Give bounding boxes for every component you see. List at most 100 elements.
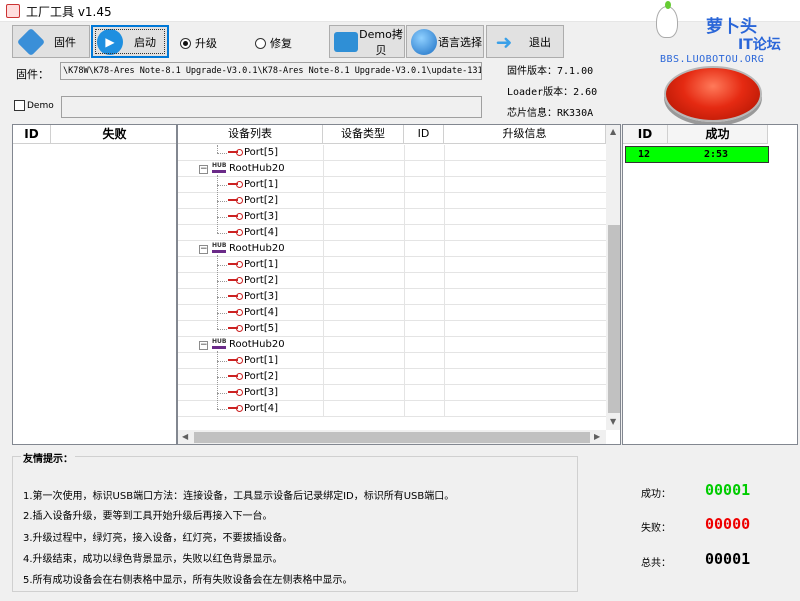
tree-port-row[interactable]: Port[2] xyxy=(178,273,606,289)
tree-port-row[interactable]: Port[4] xyxy=(178,305,606,321)
scroll-down-icon[interactable]: ▼ xyxy=(610,417,616,426)
horizontal-scrollbar[interactable]: ◀ ▶ xyxy=(178,430,606,444)
repair-radio[interactable]: 修复 xyxy=(255,35,292,51)
column-divider xyxy=(323,257,324,272)
success-col-success[interactable]: 成功 xyxy=(668,125,768,144)
tree-hub-row[interactable]: − HUB RootHub20 xyxy=(178,161,606,177)
vertical-scroll-thumb[interactable] xyxy=(608,225,620,413)
tip-item: 5.所有成功设备会在右侧表格中显示，所有失败设备会在左侧表格中显示。 xyxy=(23,575,353,586)
tree-port-row[interactable]: Port[4] xyxy=(178,225,606,241)
tree-port-row[interactable]: Port[3] xyxy=(178,385,606,401)
language-button[interactable]: 语言选择 xyxy=(406,25,484,58)
usb-port-icon xyxy=(228,357,243,364)
tree-connector xyxy=(217,217,227,218)
collapse-icon[interactable]: − xyxy=(199,165,208,174)
col-device-list[interactable]: 设备列表 xyxy=(178,125,323,144)
port-label: Port[3] xyxy=(244,387,278,398)
tree-port-row[interactable]: Port[1] xyxy=(178,353,606,369)
hub-icon-bar xyxy=(212,250,226,253)
collapse-icon[interactable]: − xyxy=(199,341,208,350)
tree-port-row[interactable]: Port[4] xyxy=(178,401,606,417)
column-divider xyxy=(404,161,405,176)
fail-col-fail[interactable]: 失败 xyxy=(51,125,176,144)
hub-icon-text: HUB xyxy=(212,162,227,169)
language-button-label: 语言选择 xyxy=(438,35,482,49)
demo-copy-button[interactable]: Demo拷贝 xyxy=(329,25,405,58)
fail-col-id[interactable]: ID xyxy=(13,125,51,144)
forum-logo: 萝卜头 IT论坛 BBS.LUOBOTOU.ORG xyxy=(650,1,800,124)
repair-radio-dot[interactable] xyxy=(255,37,266,49)
column-divider xyxy=(444,241,445,256)
firmware-button[interactable]: 固件 xyxy=(12,25,90,58)
loader-version: Loader版本：2.60 xyxy=(507,87,598,98)
firmware-path-field[interactable]: \K78W\K78-Ares Note-8.1 Upgrade-V3.0.1\K… xyxy=(60,62,482,80)
col-device-type[interactable]: 设备类型 xyxy=(323,125,404,144)
tip-item: 2.插入设备升级，要等到工具开始升级后再接入下一台。 xyxy=(23,511,273,522)
success-row[interactable]: 12 2:53 xyxy=(625,146,769,163)
scroll-right-icon[interactable]: ▶ xyxy=(594,432,600,441)
column-divider xyxy=(323,145,324,160)
tree-port-row[interactable]: Port[5] xyxy=(178,145,606,161)
logo-line2: IT论坛 xyxy=(738,37,781,53)
success-col-id[interactable]: ID xyxy=(623,125,668,144)
col-id[interactable]: ID xyxy=(404,125,444,144)
success-table[interactable]: ID 成功 12 2:53 xyxy=(622,124,798,445)
column-divider xyxy=(404,321,405,336)
upgrade-radio[interactable]: 升级 xyxy=(180,35,217,51)
column-divider xyxy=(323,225,324,240)
port-label: Port[4] xyxy=(244,403,278,414)
fail-table[interactable]: ID 失败 xyxy=(12,124,177,445)
port-label: Port[4] xyxy=(244,307,278,318)
column-divider xyxy=(444,385,445,400)
scroll-up-icon[interactable]: ▲ xyxy=(610,127,616,136)
column-divider xyxy=(444,177,445,192)
focus-ring xyxy=(95,29,165,54)
firmware-label: 固件： xyxy=(16,68,49,81)
usb-port-icon xyxy=(228,405,243,412)
column-divider xyxy=(323,305,324,320)
port-label: Port[3] xyxy=(244,291,278,302)
scroll-left-icon[interactable]: ◀ xyxy=(182,432,188,441)
start-button[interactable]: ▶ 启动 xyxy=(91,25,169,58)
tree-port-row[interactable]: Port[1] xyxy=(178,177,606,193)
port-label: Port[2] xyxy=(244,195,278,206)
port-label: Port[1] xyxy=(244,259,278,270)
hub-icon-text: HUB xyxy=(212,242,227,249)
column-divider xyxy=(404,369,405,384)
firmware-icon xyxy=(16,27,46,56)
col-upgrade-info[interactable]: 升级信息 xyxy=(444,125,606,144)
tree-port-row[interactable]: Port[3] xyxy=(178,289,606,305)
vertical-scrollbar[interactable]: ▲ ▼ xyxy=(606,125,620,430)
exit-button-label: 退出 xyxy=(529,35,551,49)
tree-hub-row[interactable]: − HUB RootHub20 xyxy=(178,337,606,353)
usb-port-icon xyxy=(228,293,243,300)
column-divider xyxy=(323,241,324,256)
tree-port-row[interactable]: Port[1] xyxy=(178,257,606,273)
demo-field[interactable] xyxy=(61,96,482,118)
horizontal-scroll-thumb[interactable] xyxy=(194,432,590,443)
column-divider xyxy=(444,369,445,384)
upgrade-radio-label: 升级 xyxy=(195,37,217,50)
column-divider xyxy=(404,241,405,256)
usb-hub-icon: HUB xyxy=(212,339,226,350)
demo-checkbox[interactable]: Demo xyxy=(14,100,54,111)
column-divider xyxy=(404,225,405,240)
success-count-label: 成功： xyxy=(641,489,671,500)
logo-url: BBS.LUOBOTOU.ORG xyxy=(660,54,765,65)
column-divider xyxy=(404,401,405,416)
tree-port-row[interactable]: Port[3] xyxy=(178,209,606,225)
collapse-icon[interactable]: − xyxy=(199,245,208,254)
exit-button[interactable]: ➜ 退出 xyxy=(486,25,564,58)
column-divider xyxy=(404,305,405,320)
demo-checkbox-box[interactable] xyxy=(14,100,25,111)
tree-port-row[interactable]: Port[2] xyxy=(178,193,606,209)
usb-port-icon xyxy=(228,309,243,316)
hub-label: RootHub20 xyxy=(229,243,285,254)
tree-port-row[interactable]: Port[2] xyxy=(178,369,606,385)
upgrade-radio-dot[interactable] xyxy=(180,37,191,49)
tree-connector xyxy=(217,201,227,202)
tree-hub-row[interactable]: − HUB RootHub20 xyxy=(178,241,606,257)
tree-port-row[interactable]: Port[5] xyxy=(178,321,606,337)
column-divider xyxy=(404,145,405,160)
device-table[interactable]: 设备列表 设备类型 ID 升级信息 Port[5] − HUB RootHub20 Po… xyxy=(177,124,621,445)
